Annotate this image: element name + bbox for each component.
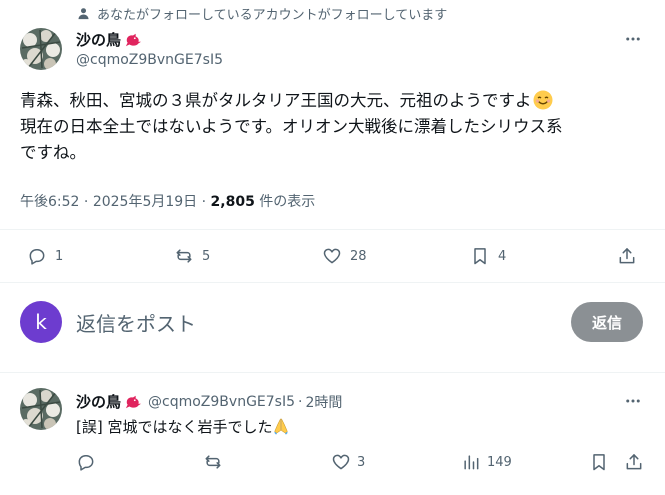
avatar[interactable]	[20, 388, 62, 430]
views-icon	[464, 455, 479, 470]
like-count: 3	[357, 454, 366, 470]
smiling-face-emoji	[533, 90, 552, 110]
retweet-action[interactable]: 5	[174, 246, 210, 266]
views-action[interactable]: 149	[461, 452, 512, 472]
share-action[interactable]	[624, 452, 644, 472]
tweet-text: 青森、秋田、宮城の３県がタルタリア王国の大元、元祖のようですよ 現在の日本全土で…	[20, 88, 650, 166]
bookmark-icon	[474, 248, 486, 265]
tweet-text-line: ですね。	[20, 143, 86, 162]
share-icon	[626, 454, 642, 470]
social-context-text: あなたがフォローしているアカウントがフォローしています	[97, 7, 448, 23]
meta-separator: ·	[298, 393, 303, 410]
reply-action[interactable]: 1	[27, 246, 63, 266]
bookmark-count: 4	[498, 248, 507, 264]
heart-icon	[332, 454, 350, 470]
meta-separator: ·	[83, 194, 89, 210]
divider	[0, 282, 665, 283]
reply-input[interactable]: 返信をポスト	[76, 308, 196, 337]
meta-separator: ·	[201, 194, 207, 210]
folded-hands-emoji	[274, 418, 289, 435]
views-count: 149	[487, 454, 512, 470]
heart-icon	[323, 248, 341, 264]
display-name[interactable]: 沙の鳥	[76, 391, 121, 412]
like-action[interactable]: 3	[331, 452, 365, 472]
social-context: あなたがフォローしているアカウントがフォローしています	[76, 4, 448, 23]
divider	[0, 229, 665, 230]
avatar[interactable]	[20, 28, 62, 70]
like-count: 28	[350, 248, 367, 264]
retweet-icon	[176, 249, 192, 263]
views-label: 件の表示	[259, 194, 316, 210]
handle[interactable]: @cqmoZ9BvnGE7sI5	[76, 52, 223, 68]
bookmark-action[interactable]: 4	[470, 246, 506, 266]
retweet-icon	[205, 455, 221, 469]
reply-count: 1	[55, 248, 64, 264]
reply-text: [誤] 宮城ではなく岩手でした	[76, 416, 290, 437]
display-name[interactable]: 沙の鳥	[76, 29, 121, 50]
tweet-meta: 午後6:52 · 2025年5月19日 · 2,805 件の表示	[20, 191, 315, 211]
author-name-row[interactable]: 沙の鳥	[76, 29, 142, 50]
reply-time[interactable]: 2時間	[305, 392, 342, 412]
bookmark-action[interactable]	[589, 452, 609, 472]
share-action[interactable]	[617, 246, 637, 266]
reply-action[interactable]	[76, 452, 96, 472]
bookmark-icon	[593, 454, 605, 471]
composer-avatar[interactable]: k	[20, 301, 62, 343]
tweet-text-line: 青森、秋田、宮城の３県がタルタリア王国の大元、元祖のようですよ	[20, 91, 532, 110]
tweet-text-line: 現在の日本全土ではないようです。オリオン大戦後に漂着したシリウス系	[20, 117, 563, 136]
handle[interactable]: @cqmoZ9BvnGE7sI5	[148, 394, 295, 410]
more-icon[interactable]	[623, 29, 643, 49]
retweet-action[interactable]	[203, 452, 223, 472]
reply-text-content: [誤] 宮城ではなく岩手でした	[76, 418, 273, 436]
reply-button[interactable]: 返信	[571, 302, 643, 342]
tweet-date[interactable]: 2025年5月19日	[93, 194, 197, 210]
like-action[interactable]: 28	[322, 246, 367, 266]
person-icon	[78, 7, 89, 19]
divider	[0, 372, 665, 373]
reply-author-row[interactable]: 沙の鳥 @cqmoZ9BvnGE7sI5 · 2時間	[76, 391, 342, 412]
red-bird-icon	[125, 33, 142, 46]
retweet-count: 5	[202, 248, 211, 264]
more-icon[interactable]	[623, 391, 643, 411]
red-bird-icon	[125, 395, 142, 408]
share-icon	[619, 248, 635, 264]
reply-icon	[78, 455, 94, 471]
tweet-time[interactable]: 午後6:52	[20, 194, 79, 210]
reply-icon	[29, 249, 45, 265]
views-count: 2,805	[210, 194, 255, 210]
